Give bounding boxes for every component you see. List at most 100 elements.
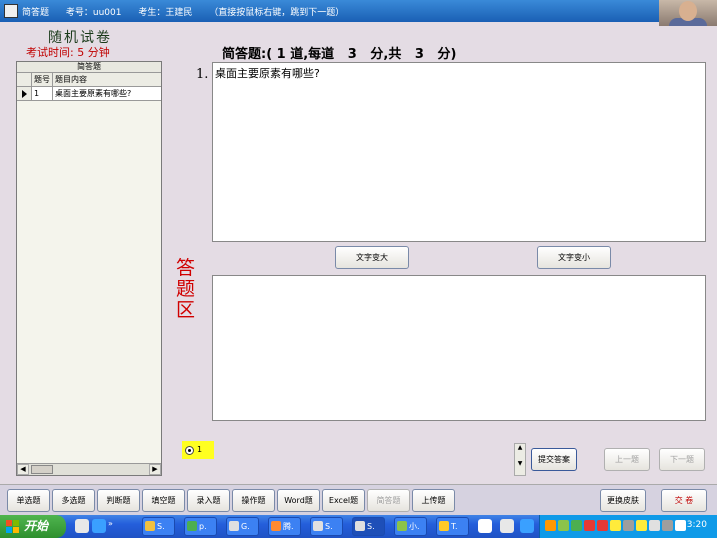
taskbar-app-icon[interactable] [520,519,534,533]
spin-up-icon[interactable]: ▲ [515,444,525,451]
grid-header-num: 题号 [32,73,53,86]
scroll-thumb[interactable] [31,465,53,474]
start-label: 开始 [24,519,49,533]
task-label: p. [199,522,207,531]
app-icon [397,521,407,531]
browser-icon [271,521,281,531]
row-content: 桌面主要原素有哪些? [55,89,132,98]
task-button[interactable]: 小. [394,517,427,536]
multi-choice-button[interactable]: 多选题 [52,489,95,512]
next-question-button[interactable]: 下一题 [659,448,705,471]
task-label: T. [451,522,458,531]
task-label: G. [241,522,250,531]
question-radio[interactable]: 1 [182,441,214,459]
titlebar-hint: （直接按鼠标右键，跳到下一题） [209,8,345,18]
app-icon [187,521,197,531]
hand-in-button[interactable]: 交 卷 [661,489,707,512]
change-skin-button[interactable]: 更换皮肤 [600,489,646,512]
operation-button[interactable]: 操作题 [232,489,275,512]
task-button[interactable]: 腾. [268,517,301,536]
task-button[interactable]: p. [184,517,217,536]
word-button[interactable]: Word题 [277,489,320,512]
question-text-box: 桌面主要原素有哪些? [212,62,706,242]
question-spinner[interactable]: ▲ ▼ [514,443,526,476]
tray-icon[interactable] [623,520,634,531]
start-button[interactable]: 开始 [0,515,66,538]
tray-icon[interactable] [545,520,556,531]
task-button[interactable]: S. [352,517,385,536]
grid-horizontal-scrollbar[interactable]: ◀ ▶ [17,463,161,475]
grid-header-content: 题目内容 [55,75,87,84]
tray-icon[interactable] [662,520,673,531]
grid-header: 题号 题目内容 [17,73,161,87]
task-label: S. [157,522,165,531]
row-selector[interactable] [17,87,32,100]
fill-blank-button[interactable]: 填空题 [142,489,185,512]
tray-icon[interactable] [558,520,569,531]
tray-icon[interactable] [597,520,608,531]
row-num: 1 [32,87,53,100]
scroll-right-icon[interactable]: ▶ [149,464,161,475]
tray-icon[interactable] [584,520,595,531]
grid-header-selector [17,73,32,86]
answer-area-label: 答题区 [176,257,196,321]
document-icon [355,521,365,531]
app-icon [4,4,18,18]
excel-button[interactable]: Excel题 [322,489,365,512]
titlebar-examinee: 考生：王建民 [138,8,193,18]
task-button[interactable]: S. [142,517,175,536]
tray-icon[interactable] [649,520,660,531]
system-tray: 3:20 [539,515,717,538]
exam-time: 考试时间: 5 分钟 [26,46,110,59]
taskbar-app-icon[interactable] [478,519,492,533]
typing-button[interactable]: 录入题 [187,489,230,512]
submit-answer-button[interactable]: 提交答案 [531,448,577,471]
clock[interactable]: 3:20 [687,520,707,530]
single-choice-button[interactable]: 单选题 [7,489,50,512]
upload-button[interactable]: 上传题 [412,489,455,512]
quicklaunch-app-icon[interactable] [75,519,89,533]
question-number: 1. [196,67,209,82]
true-false-button[interactable]: 判断题 [97,489,140,512]
answer-input[interactable] [212,275,706,421]
task-label: S. [367,522,375,531]
question-type-bar: 单选题 多选题 判断题 填空题 录入题 操作题 Word题 Excel题 简答题… [0,484,717,515]
spin-down-icon[interactable]: ▼ [515,460,525,467]
app-icon [439,521,449,531]
examinee-photo [659,0,717,26]
titlebar-text: 简答题 考号：uu001 考生：王建民 （直接按鼠标右键，跳到下一题） [22,5,358,18]
volume-icon[interactable] [675,520,686,531]
radio-label: 1 [197,445,203,454]
tray-icon[interactable] [610,520,621,531]
section-heading: 简答题:( 1 道,每道 3 分,共 3 分) [222,47,457,62]
question-list-grid: 简答题 题号 题目内容 1 桌面主要原素有哪些? ◀ ▶ [16,61,162,476]
titlebar-section: 简答题 [22,8,50,18]
radio-dot-icon[interactable] [185,446,194,455]
document-icon [313,521,323,531]
quicklaunch-ie-icon[interactable] [92,519,106,533]
tray-icon[interactable] [571,520,582,531]
quicklaunch-more-icon[interactable]: » [108,519,116,533]
font-bigger-button[interactable]: 文字变大 [335,246,409,269]
os-taskbar: 开始 » S. p. G. 腾. S. S. 小. T. 3:20 [0,515,717,538]
taskbar-app-icon[interactable] [500,519,514,533]
question-text: 桌面主要原素有哪些? [215,67,320,80]
grid-caption: 简答题 [17,62,161,73]
task-label: S. [325,522,333,531]
task-label: 小. [409,522,420,531]
current-row-arrow-icon [22,90,27,98]
scroll-left-icon[interactable]: ◀ [17,464,29,475]
table-row[interactable]: 1 桌面主要原素有哪些? [17,87,161,101]
task-label: 腾. [283,522,294,531]
short-answer-button[interactable]: 简答题 [367,489,410,512]
task-button[interactable]: T. [436,517,469,536]
titlebar-exam-no: 考号：uu001 [65,8,122,18]
task-button[interactable]: S. [310,517,343,536]
prev-question-button[interactable]: 上一题 [604,448,650,471]
tray-icon[interactable] [636,520,647,531]
app-titlebar: 简答题 考号：uu001 考生：王建民 （直接按鼠标右键，跳到下一题） [0,0,717,22]
photo-head [679,1,697,21]
folder-icon [145,521,155,531]
task-button[interactable]: G. [226,517,259,536]
font-smaller-button[interactable]: 文字变小 [537,246,611,269]
